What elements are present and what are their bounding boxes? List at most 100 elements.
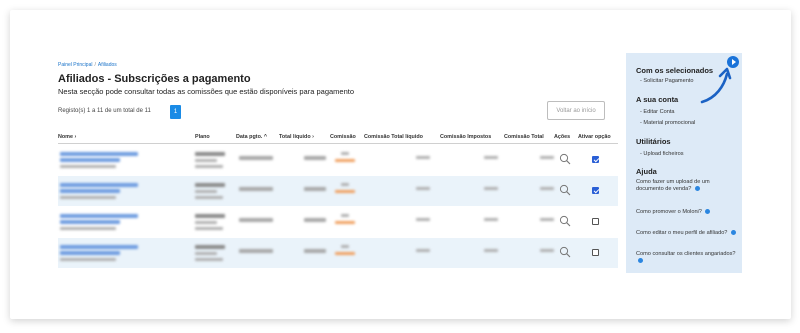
blurred-cell	[195, 183, 225, 187]
blurred-cell	[341, 214, 349, 217]
blurred-cell	[195, 227, 223, 230]
back-to-start-button[interactable]: Voltar ao início	[547, 101, 605, 120]
info-icon	[730, 230, 736, 236]
blurred-cell	[195, 252, 217, 255]
sidebar-item-upload-files[interactable]: - Upload ficheiros	[640, 151, 684, 157]
blurred-cell	[195, 165, 223, 168]
col-commission-total: Comissão Total	[504, 134, 544, 140]
blurred-cell	[195, 245, 225, 249]
table-row	[58, 207, 618, 237]
help-link-profile[interactable]: Como editar o meu perfil de afiliado?	[636, 230, 736, 237]
search-icon[interactable]	[559, 184, 571, 196]
blurred-cell	[416, 218, 430, 221]
table-row	[58, 238, 618, 268]
row-checkbox[interactable]	[592, 187, 599, 194]
blurred-cell	[540, 218, 554, 221]
blurred-cell	[60, 220, 120, 224]
blurred-cell	[416, 249, 430, 252]
blurred-cell	[484, 156, 498, 159]
col-name[interactable]: Nome ›	[58, 134, 76, 140]
table-row	[58, 145, 618, 175]
blurred-cell	[416, 187, 430, 190]
blurred-cell	[60, 158, 120, 162]
blurred-cell	[195, 196, 223, 199]
blurred-cell	[195, 159, 217, 162]
help-link-label: Como promover o Moloni?	[636, 209, 702, 215]
blurred-cell	[195, 214, 225, 218]
blurred-cell	[60, 245, 138, 249]
blurred-cell	[60, 152, 138, 156]
blurred-cell	[416, 156, 430, 159]
blurred-cell	[484, 218, 498, 221]
sidebar-item-edit-account[interactable]: - Editar Conta	[640, 109, 675, 115]
col-commission-net: Comissão Total líquido	[364, 134, 423, 140]
col-actions: Ações	[554, 134, 571, 140]
blurred-cell	[304, 187, 326, 191]
blurred-cell	[341, 183, 349, 186]
blurred-cell	[239, 218, 273, 222]
search-icon[interactable]	[559, 153, 571, 165]
blurred-cell	[195, 258, 223, 261]
help-link-label: Como editar o meu perfil de afiliado?	[636, 230, 728, 236]
page-number-button[interactable]: 1	[170, 105, 181, 119]
search-icon[interactable]	[559, 215, 571, 227]
breadcrumb-home[interactable]: Painel Principal	[58, 62, 92, 68]
blurred-cell	[484, 249, 498, 252]
blurred-cell	[60, 214, 138, 218]
records-count: Registo(s) 1 a 11 de um total de 11	[58, 108, 151, 114]
help-link-upload[interactable]: Como fazer um upload de um documento de …	[636, 179, 736, 193]
row-checkbox[interactable]	[592, 218, 599, 225]
header-divider	[58, 143, 618, 144]
blurred-cell	[60, 183, 138, 187]
blurred-cell	[60, 258, 116, 261]
blurred-cell	[335, 159, 355, 162]
blurred-cell	[239, 187, 273, 191]
row-checkbox[interactable]	[592, 156, 599, 163]
blurred-cell	[540, 156, 554, 159]
sidebar-utilities-title: Utilitários	[636, 137, 671, 146]
blurred-cell	[195, 190, 217, 193]
blurred-cell	[304, 156, 326, 160]
help-link-clients[interactable]: Como consultar os clientes angariados?	[636, 251, 736, 265]
blurred-cell	[195, 152, 225, 156]
info-icon	[694, 186, 700, 192]
blurred-cell	[60, 165, 116, 168]
blurred-cell	[341, 152, 349, 155]
col-commission: Comissão	[330, 134, 356, 140]
search-icon[interactable]	[559, 246, 571, 258]
col-payment-date[interactable]: Data pgto. ^	[236, 134, 267, 140]
blurred-cell	[60, 251, 120, 255]
sidebar-help-title: Ajuda	[636, 167, 657, 176]
help-link-promote[interactable]: Como promover o Moloni?	[636, 209, 736, 216]
blurred-cell	[195, 221, 217, 224]
col-commission-taxes: Comissão Impostos	[440, 134, 492, 140]
breadcrumb-current[interactable]: Afiliados	[98, 62, 117, 68]
arrow-annotation-icon	[700, 67, 732, 104]
page-subtitle: Nesta secção pode consultar todas as com…	[58, 87, 355, 96]
sidebar-item-request-payment[interactable]: - Solicitar Pagamento	[640, 78, 693, 84]
blurred-cell	[60, 196, 116, 199]
info-icon	[638, 258, 643, 264]
blurred-cell	[335, 221, 355, 224]
info-icon	[705, 209, 711, 215]
breadcrumb: Painel Principal / Afiliados	[58, 62, 117, 68]
col-plan: Plano	[195, 134, 210, 140]
col-net-total[interactable]: Total líquido ›	[279, 134, 314, 140]
blurred-cell	[540, 249, 554, 252]
blurred-cell	[540, 187, 554, 190]
blurred-cell	[304, 218, 326, 222]
blurred-cell	[60, 227, 116, 230]
sidebar-account-title: A sua conta	[636, 95, 679, 104]
blurred-cell	[335, 252, 355, 255]
blurred-cell	[304, 249, 326, 253]
blurred-cell	[60, 189, 120, 193]
help-link-label: Como consultar os clientes angariados?	[636, 251, 736, 257]
sidebar-item-promo-material[interactable]: - Material promocional	[640, 120, 695, 126]
table-row	[58, 176, 618, 206]
blurred-cell	[335, 190, 355, 193]
row-checkbox[interactable]	[592, 249, 599, 256]
page-title: Afiliados - Subscrições a pagamento	[58, 73, 251, 85]
breadcrumb-separator: /	[94, 62, 96, 68]
blurred-cell	[484, 187, 498, 190]
blurred-cell	[341, 245, 349, 248]
